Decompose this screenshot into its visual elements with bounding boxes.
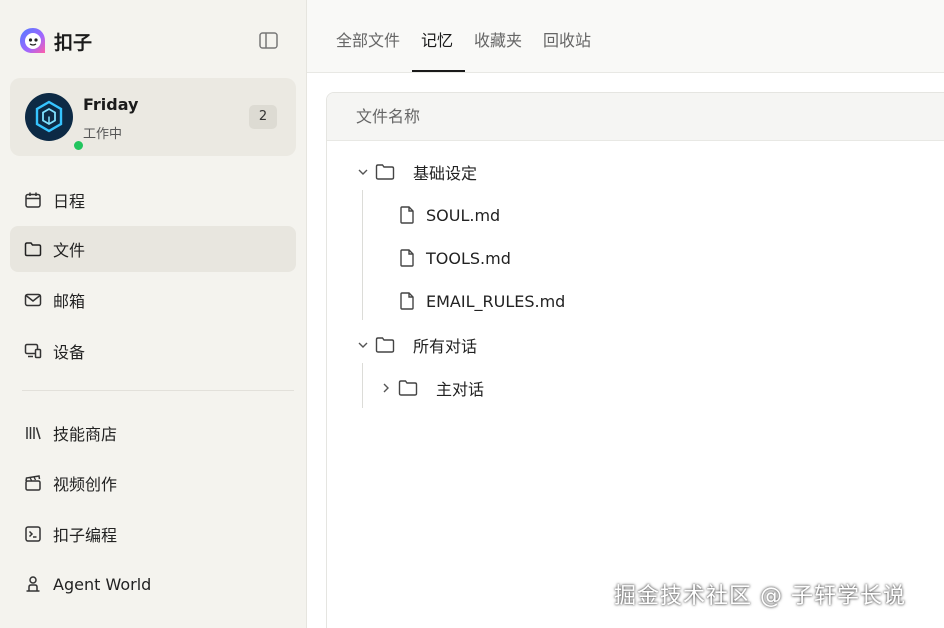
mail-icon <box>23 290 43 310</box>
file-name: SOUL.md <box>426 205 501 225</box>
agent-name: Friday <box>83 95 139 114</box>
folder-name: 基础设定 <box>413 164 478 183</box>
folder-icon <box>398 380 418 396</box>
file-name-column-header: 文件名称 <box>327 93 944 141</box>
folder-icon <box>23 239 43 259</box>
agent-avatar <box>25 93 85 152</box>
tree-file-row[interactable]: SOUL.md <box>399 200 500 230</box>
agent-card[interactable]: Friday 工作中 2 <box>10 78 296 156</box>
tree-folder-row[interactable]: 主对话 <box>379 373 484 403</box>
device-icon <box>23 341 43 361</box>
coze-logo-icon <box>20 28 45 53</box>
sidebar-divider <box>22 390 294 391</box>
sidebar-item-files[interactable]: 文件 <box>10 226 296 272</box>
sidebar-item-agent-world[interactable]: Agent World <box>10 561 296 607</box>
sidebar-item-coze-coding[interactable]: 扣子编程 <box>10 511 296 557</box>
agent-count-badge: 2 <box>249 105 277 129</box>
watermark: 掘金技术社区 @ 子轩学长说 <box>614 584 906 609</box>
tree-file-row[interactable]: TOOLS.md <box>399 243 511 273</box>
agent-status: 工作中 <box>83 127 123 142</box>
tab-favorites[interactable]: 收藏夹 <box>474 27 522 51</box>
calendar-icon <box>23 190 43 210</box>
sidebar: 扣子 Friday 工作中 2 日程 文件 邮箱 设备 技能商店 视频创作 扣子… <box>0 0 307 628</box>
folder-name: 主对话 <box>436 380 485 399</box>
chevron-right-icon[interactable] <box>379 381 393 395</box>
tree-guide-line <box>362 363 363 408</box>
tabs-bar: 全部文件 记忆 收藏夹 回收站 <box>307 0 944 73</box>
chevron-down-icon[interactable] <box>356 165 370 179</box>
chevron-down-icon[interactable] <box>356 338 370 352</box>
tab-memory[interactable]: 记忆 <box>421 27 453 51</box>
tree-file-row[interactable]: EMAIL_RULES.md <box>399 286 565 316</box>
active-tab-indicator <box>412 70 465 72</box>
sidebar-item-mail[interactable]: 邮箱 <box>10 277 296 323</box>
sidebar-item-label: 扣子编程 <box>53 526 118 545</box>
tab-all-files[interactable]: 全部文件 <box>336 27 400 51</box>
person-stand-icon <box>23 574 43 594</box>
sidebar-item-label: Agent World <box>53 574 152 594</box>
brand[interactable]: 扣子 <box>18 26 92 56</box>
sidebar-item-label: 设备 <box>53 343 86 362</box>
file-tree-panel: 文件名称 基础设定 SOUL.md TOOLS.md EMAIL_RULES.m… <box>326 92 944 628</box>
folder-icon <box>375 164 395 180</box>
tree-folder-row[interactable]: 所有对话 <box>356 330 477 360</box>
sidebar-item-label: 日程 <box>53 192 86 211</box>
sidebar-item-video-creation[interactable]: 视频创作 <box>10 460 296 506</box>
sidebar-item-label: 文件 <box>53 241 86 260</box>
file-name: EMAIL_RULES.md <box>426 291 566 311</box>
sidebar-item-schedule[interactable]: 日程 <box>10 177 296 223</box>
clapperboard-icon <box>23 473 43 493</box>
folder-icon <box>375 337 395 353</box>
hexagon-cube-icon <box>35 100 63 133</box>
tree-folder-row[interactable]: 基础设定 <box>356 157 477 187</box>
sidebar-item-label: 邮箱 <box>53 292 86 311</box>
tree-guide-line <box>362 190 363 320</box>
tab-recycle-bin[interactable]: 回收站 <box>543 27 591 51</box>
library-icon <box>23 423 43 443</box>
sidebar-collapse-icon[interactable] <box>258 31 280 51</box>
file-icon <box>400 292 414 310</box>
file-name: TOOLS.md <box>426 248 511 268</box>
sidebar-item-label: 技能商店 <box>53 425 118 444</box>
brand-name: 扣子 <box>54 31 93 54</box>
file-icon <box>400 206 414 224</box>
sidebar-item-skill-store[interactable]: 技能商店 <box>10 410 296 456</box>
terminal-icon <box>23 524 43 544</box>
sidebar-item-devices[interactable]: 设备 <box>10 328 296 374</box>
sidebar-item-label: 视频创作 <box>53 475 118 494</box>
file-icon <box>400 249 414 267</box>
folder-name: 所有对话 <box>413 337 478 356</box>
main-panel: 全部文件 记忆 收藏夹 回收站 文件名称 基础设定 SOUL.md TOOLS.… <box>307 0 944 628</box>
